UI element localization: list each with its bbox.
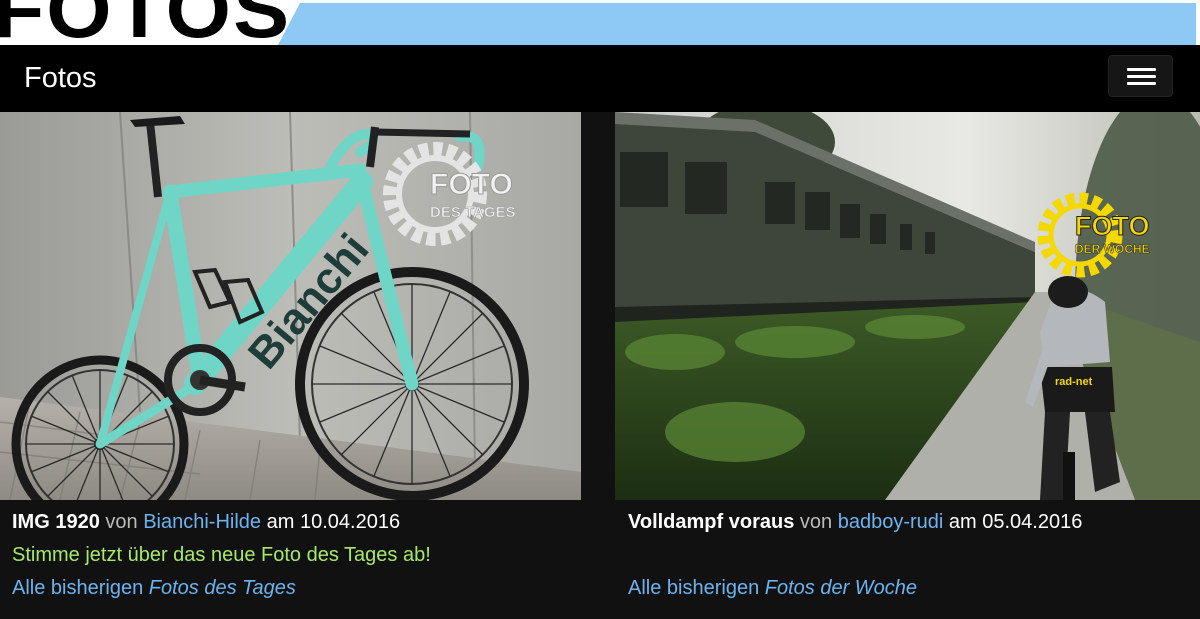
author-link[interactable]: badboy-rudi [838, 511, 944, 533]
photo-title[interactable]: IMG 1920 [12, 511, 100, 533]
badge-title-day: FOTO [430, 168, 513, 201]
badge-subtitle-week: DER WOCHE [1075, 242, 1150, 256]
vote-link[interactable]: Stimme jetzt über das neue Foto des Tage… [12, 544, 431, 566]
date-word: am [266, 511, 295, 533]
photo-title[interactable]: Volldampf voraus [628, 511, 794, 533]
caption-title-line: IMG 1920 von Bianchi-Hilde am 10.04.2016 [12, 506, 582, 539]
hamburger-icon [1127, 68, 1156, 71]
photo-of-the-day-image[interactable]: Bianchi FOTO DES TAGES [0, 112, 581, 500]
author-link[interactable]: Bianchi-Hilde [143, 511, 261, 533]
photo-date: 10.04.2016 [299, 511, 401, 533]
photo-of-the-week-caption: Volldampf voraus von badboy-rudi am 05.0… [628, 506, 1188, 605]
banner-stripe [278, 3, 1196, 45]
date-word: am [948, 511, 977, 533]
navbar-brand[interactable]: Fotos [24, 62, 97, 95]
photo-of-the-week-image[interactable]: rad-net FOTO DER WOCHE [615, 112, 1200, 500]
all-photos-of-day-link[interactable]: Alle bisherigen Fotos des Tages [12, 577, 296, 599]
navbar: Fotos [0, 45, 1200, 112]
all-photos-of-week-link[interactable]: Alle bisherigen Fotos der Woche [628, 577, 917, 599]
site-banner: FOTOS [0, 0, 1200, 45]
badge-title-week: FOTO [1075, 211, 1150, 241]
banner-logo[interactable]: FOTOS [0, 0, 289, 45]
jersey-lettering: rad-net [1055, 376, 1093, 388]
hamburger-menu-button[interactable] [1108, 55, 1173, 97]
caption-title-line: Volldampf voraus von badboy-rudi am 05.0… [628, 506, 1188, 539]
photo-date: 05.04.2016 [982, 511, 1083, 533]
photo-of-the-day-caption: IMG 1920 von Bianchi-Hilde am 10.04.2016… [12, 506, 582, 605]
by-word: von [105, 511, 138, 533]
by-word: von [799, 511, 833, 533]
badge-subtitle-day: DES TAGES [430, 204, 516, 221]
